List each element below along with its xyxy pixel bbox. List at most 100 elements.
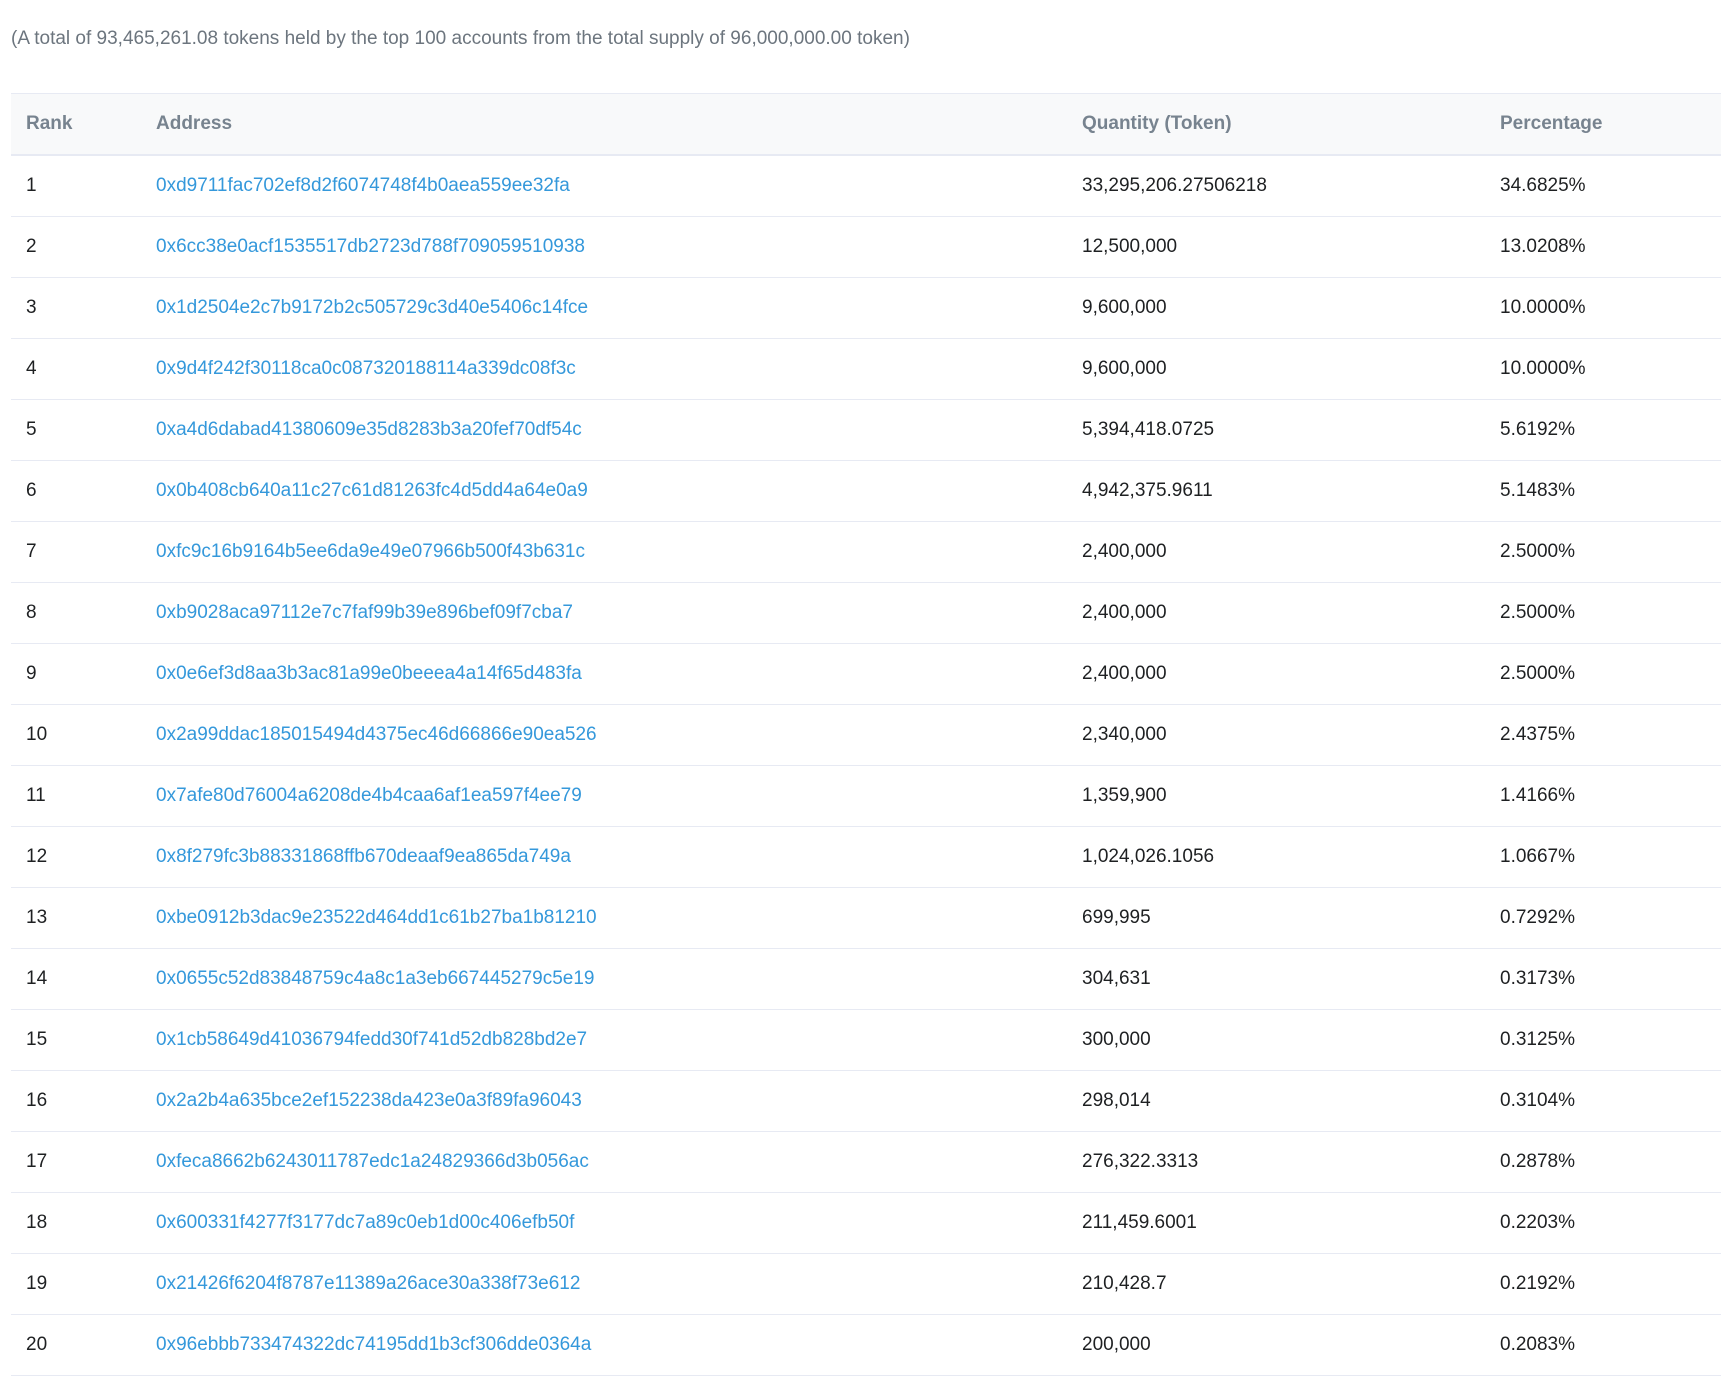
rank-cell: 2 bbox=[11, 216, 156, 278]
header-quantity[interactable]: Quantity (Token) bbox=[1082, 93, 1500, 156]
table-row: 20 0x96ebbb733474322dc74195dd1b3cf306dde0… bbox=[11, 1314, 1721, 1376]
address-link[interactable]: 0x1d2504e2c7b9172b2c505729c3d40e5406c14f… bbox=[156, 297, 588, 318]
percentage-cell: 5.1483% bbox=[1500, 460, 1721, 522]
address-cell: 0x6cc38e0acf1535517db2723d788f7090595109… bbox=[156, 216, 1082, 278]
rank-cell: 10 bbox=[11, 704, 156, 766]
percentage-cell: 0.2878% bbox=[1500, 1131, 1721, 1193]
quantity-cell: 298,014 bbox=[1082, 1070, 1500, 1132]
address-cell: 0x1d2504e2c7b9172b2c505729c3d40e5406c14f… bbox=[156, 277, 1082, 339]
quantity-cell: 1,359,900 bbox=[1082, 765, 1500, 827]
quantity-cell: 2,400,000 bbox=[1082, 582, 1500, 644]
address-link[interactable]: 0x2a99ddac185015494d4375ec46d66866e90ea5… bbox=[156, 724, 597, 745]
rank-cell: 17 bbox=[11, 1131, 156, 1193]
table-row: 2 0x6cc38e0acf1535517db2723d788f709059510… bbox=[11, 216, 1721, 278]
address-link[interactable]: 0xb9028aca97112e7c7faf99b39e896bef09f7cb… bbox=[156, 602, 573, 623]
rank-cell: 15 bbox=[11, 1009, 156, 1071]
address-link[interactable]: 0x0655c52d83848759c4a8c1a3eb667445279c5e… bbox=[156, 968, 594, 989]
table-row: 12 0x8f279fc3b88331868ffb670deaaf9ea865da… bbox=[11, 826, 1721, 888]
address-link[interactable]: 0x21426f6204f8787e11389a26ace30a338f73e6… bbox=[156, 1273, 580, 1294]
rank-cell: 6 bbox=[11, 460, 156, 522]
address-link[interactable]: 0x0e6ef3d8aa3b3ac81a99e0beeea4a14f65d483… bbox=[156, 663, 582, 684]
quantity-cell: 4,942,375.9611 bbox=[1082, 460, 1500, 522]
rank-cell: 5 bbox=[11, 399, 156, 461]
rank-cell: 14 bbox=[11, 948, 156, 1010]
rank-cell: 13 bbox=[11, 887, 156, 949]
percentage-cell: 2.5000% bbox=[1500, 643, 1721, 705]
quantity-cell: 210,428.7 bbox=[1082, 1253, 1500, 1315]
percentage-cell: 34.6825% bbox=[1500, 155, 1721, 217]
quantity-cell: 9,600,000 bbox=[1082, 277, 1500, 339]
table-row: 10 0x2a99ddac185015494d4375ec46d66866e90e… bbox=[11, 704, 1721, 766]
table-row: 8 0xb9028aca97112e7c7faf99b39e896bef09f7c… bbox=[11, 582, 1721, 644]
table-row: 17 0xfeca8662b6243011787edc1a24829366d3b0… bbox=[11, 1131, 1721, 1193]
percentage-cell: 0.2203% bbox=[1500, 1192, 1721, 1254]
token-holders-table: Rank Address Quantity (Token) Percentage… bbox=[11, 93, 1721, 1376]
table-row: 19 0x21426f6204f8787e11389a26ace30a338f73… bbox=[11, 1253, 1721, 1315]
table-row: 3 0x1d2504e2c7b9172b2c505729c3d40e5406c14… bbox=[11, 277, 1721, 339]
address-link[interactable]: 0x9d4f242f30118ca0c087320188114a339dc08f… bbox=[156, 358, 576, 379]
address-cell: 0x0655c52d83848759c4a8c1a3eb667445279c5e… bbox=[156, 948, 1082, 1010]
address-link[interactable]: 0x1cb58649d41036794fedd30f741d52db828bd2… bbox=[156, 1029, 587, 1050]
quantity-cell: 33,295,206.27506218 bbox=[1082, 155, 1500, 217]
rank-cell: 8 bbox=[11, 582, 156, 644]
header-address[interactable]: Address bbox=[156, 93, 1082, 156]
percentage-cell: 0.3173% bbox=[1500, 948, 1721, 1010]
address-cell: 0x600331f4277f3177dc7a89c0eb1d00c406efb5… bbox=[156, 1192, 1082, 1254]
quantity-cell: 2,400,000 bbox=[1082, 643, 1500, 705]
address-cell: 0xb9028aca97112e7c7faf99b39e896bef09f7cb… bbox=[156, 582, 1082, 644]
table-row: 4 0x9d4f242f30118ca0c087320188114a339dc08… bbox=[11, 338, 1721, 400]
address-link[interactable]: 0x96ebbb733474322dc74195dd1b3cf306dde036… bbox=[156, 1334, 591, 1355]
address-cell: 0x21426f6204f8787e11389a26ace30a338f73e6… bbox=[156, 1253, 1082, 1315]
table-row: 11 0x7afe80d76004a6208de4b4caa6af1ea597f4… bbox=[11, 765, 1721, 827]
percentage-cell: 10.0000% bbox=[1500, 277, 1721, 339]
quantity-cell: 2,340,000 bbox=[1082, 704, 1500, 766]
quantity-cell: 1,024,026.1056 bbox=[1082, 826, 1500, 888]
rank-cell: 4 bbox=[11, 338, 156, 400]
address-link[interactable]: 0x7afe80d76004a6208de4b4caa6af1ea597f4ee… bbox=[156, 785, 582, 806]
quantity-cell: 300,000 bbox=[1082, 1009, 1500, 1071]
address-link[interactable]: 0xbe0912b3dac9e23522d464dd1c61b27ba1b812… bbox=[156, 907, 597, 928]
address-cell: 0x0e6ef3d8aa3b3ac81a99e0beeea4a14f65d483… bbox=[156, 643, 1082, 705]
quantity-cell: 9,600,000 bbox=[1082, 338, 1500, 400]
percentage-cell: 0.2083% bbox=[1500, 1314, 1721, 1376]
percentage-cell: 1.4166% bbox=[1500, 765, 1721, 827]
address-link[interactable]: 0x6cc38e0acf1535517db2723d788f7090595109… bbox=[156, 236, 585, 257]
table-row: 1 0xd9711fac702ef8d2f6074748f4b0aea559ee3… bbox=[11, 155, 1721, 217]
percentage-cell: 2.4375% bbox=[1500, 704, 1721, 766]
address-link[interactable]: 0xa4d6dabad41380609e35d8283b3a20fef70df5… bbox=[156, 419, 582, 440]
address-cell: 0xfeca8662b6243011787edc1a24829366d3b056… bbox=[156, 1131, 1082, 1193]
address-cell: 0x7afe80d76004a6208de4b4caa6af1ea597f4ee… bbox=[156, 765, 1082, 827]
address-cell: 0x2a99ddac185015494d4375ec46d66866e90ea5… bbox=[156, 704, 1082, 766]
address-cell: 0x96ebbb733474322dc74195dd1b3cf306dde036… bbox=[156, 1314, 1082, 1376]
address-link[interactable]: 0xd9711fac702ef8d2f6074748f4b0aea559ee32… bbox=[156, 175, 570, 196]
table-row: 16 0x2a2b4a635bce2ef152238da423e0a3f89fa9… bbox=[11, 1070, 1721, 1132]
rank-cell: 1 bbox=[11, 155, 156, 217]
header-rank[interactable]: Rank bbox=[11, 93, 156, 156]
address-link[interactable]: 0x600331f4277f3177dc7a89c0eb1d00c406efb5… bbox=[156, 1212, 574, 1233]
quantity-cell: 2,400,000 bbox=[1082, 521, 1500, 583]
address-cell: 0x0b408cb640a11c27c61d81263fc4d5dd4a64e0… bbox=[156, 460, 1082, 522]
quantity-cell: 304,631 bbox=[1082, 948, 1500, 1010]
table-row: 18 0x600331f4277f3177dc7a89c0eb1d00c406ef… bbox=[11, 1192, 1721, 1254]
percentage-cell: 5.6192% bbox=[1500, 399, 1721, 461]
quantity-cell: 200,000 bbox=[1082, 1314, 1500, 1376]
percentage-cell: 0.3104% bbox=[1500, 1070, 1721, 1132]
address-cell: 0xa4d6dabad41380609e35d8283b3a20fef70df5… bbox=[156, 399, 1082, 461]
address-link[interactable]: 0x0b408cb640a11c27c61d81263fc4d5dd4a64e0… bbox=[156, 480, 588, 501]
quantity-cell: 12,500,000 bbox=[1082, 216, 1500, 278]
quantity-cell: 211,459.6001 bbox=[1082, 1192, 1500, 1254]
table-header-row: Rank Address Quantity (Token) Percentage bbox=[11, 93, 1721, 156]
address-link[interactable]: 0x2a2b4a635bce2ef152238da423e0a3f89fa960… bbox=[156, 1090, 582, 1111]
address-link[interactable]: 0x8f279fc3b88331868ffb670deaaf9ea865da74… bbox=[156, 846, 571, 867]
rank-cell: 16 bbox=[11, 1070, 156, 1132]
address-link[interactable]: 0xfc9c16b9164b5ee6da9e49e07966b500f43b63… bbox=[156, 541, 585, 562]
table-row: 13 0xbe0912b3dac9e23522d464dd1c61b27ba1b8… bbox=[11, 887, 1721, 949]
holders-summary: (A total of 93,465,261.08 tokens held by… bbox=[11, 28, 910, 49]
address-link[interactable]: 0xfeca8662b6243011787edc1a24829366d3b056… bbox=[156, 1151, 589, 1172]
rank-cell: 11 bbox=[11, 765, 156, 827]
header-percentage[interactable]: Percentage bbox=[1500, 93, 1721, 156]
quantity-cell: 5,394,418.0725 bbox=[1082, 399, 1500, 461]
rank-cell: 3 bbox=[11, 277, 156, 339]
address-cell: 0x2a2b4a635bce2ef152238da423e0a3f89fa960… bbox=[156, 1070, 1082, 1132]
percentage-cell: 1.0667% bbox=[1500, 826, 1721, 888]
